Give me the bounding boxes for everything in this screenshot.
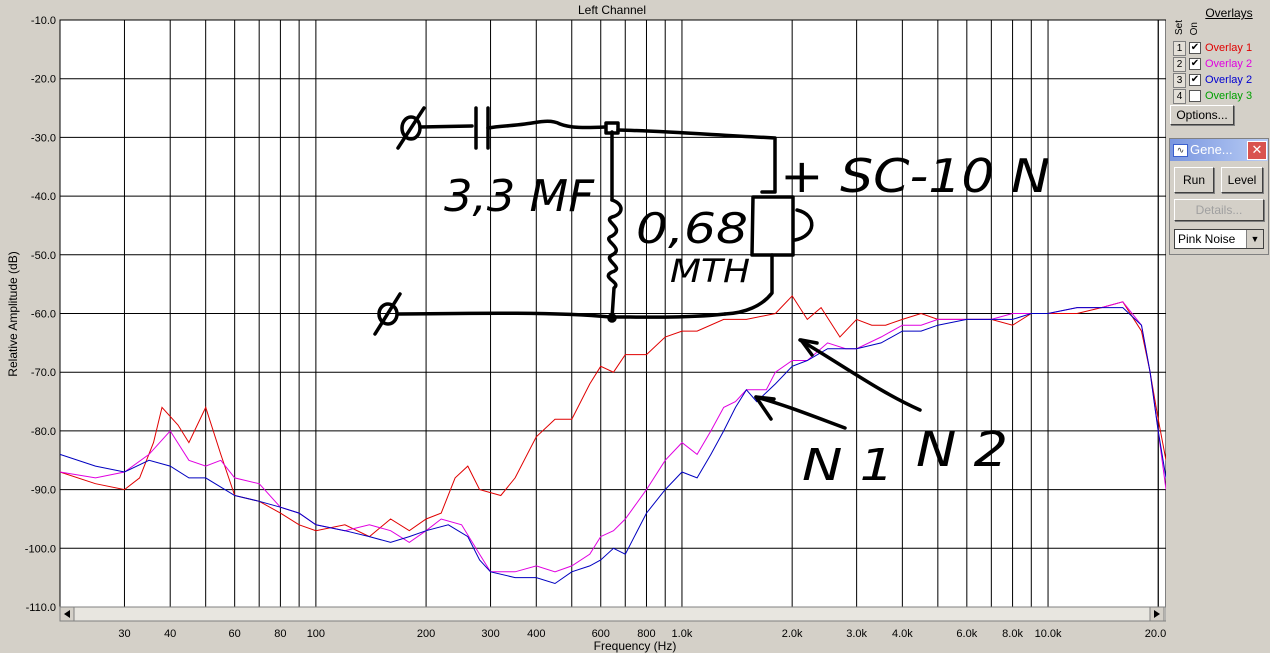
overlay-label: Overlay 2 — [1205, 58, 1253, 70]
x-tick-label: 2.0k — [782, 628, 803, 640]
inductor-value-label: 0,68 — [636, 204, 748, 253]
y-tick-label: -80.0 — [31, 426, 56, 438]
y-tick-label: -110.0 — [26, 602, 56, 614]
options-button[interactable]: Options... — [1170, 105, 1234, 125]
overlay-on-checkbox[interactable]: ✔ — [1189, 42, 1201, 54]
x-tick-label: 40 — [164, 628, 176, 640]
x-tick-label: 200 — [417, 628, 435, 640]
inductor-unit-label: MTH — [670, 252, 750, 290]
y-tick-label: -50.0 — [31, 250, 56, 262]
y-tick-label: -30.0 — [31, 132, 56, 144]
noise-type-value: Pink Noise — [1178, 232, 1236, 246]
n1-label: N 1 — [802, 440, 894, 491]
overlay-row-2[interactable]: 2 ✔ Overlay 2 — [1173, 57, 1268, 72]
y-tick-label: -20.0 — [31, 74, 56, 86]
overlay-set-button[interactable]: 3 — [1173, 73, 1186, 88]
overlay-row-3[interactable]: 3 ✔ Overlay 2 — [1173, 73, 1268, 88]
x-tick-label: 6.0k — [956, 628, 977, 640]
x-tick-label: 30 — [118, 628, 130, 640]
overlay-row-1[interactable]: 1 ✔ Overlay 1 — [1173, 41, 1268, 56]
overlay-label: Overlay 3 — [1205, 90, 1253, 102]
x-tick-label: 60 — [229, 628, 241, 640]
x-tick-label: 10.0k — [1035, 628, 1062, 640]
x-tick-label: 80 — [274, 628, 286, 640]
x-tick-label: 3.0k — [846, 628, 867, 640]
overlays-title: Overlays — [1205, 6, 1253, 20]
n2-label: N 2 — [916, 422, 1008, 478]
frequency-response-chart: Left Channel -10.0 -20.0 -30.0 -40.0 -50.0 -6… — [0, 0, 1166, 653]
spectrum-window: Left Channel -10.0 -20.0 -30.0 -40.0 -50.0 -6… — [0, 0, 1166, 653]
level-button[interactable]: Level — [1221, 167, 1263, 193]
close-icon[interactable]: ✕ — [1247, 141, 1267, 160]
y-tick-label: -60.0 — [31, 309, 56, 321]
x-tick-label: 20.0k — [1145, 628, 1166, 640]
x-axis-label: Frequency (Hz) — [594, 639, 677, 653]
overlay-set-button[interactable]: 1 — [1173, 41, 1186, 56]
overlay-on-checkbox[interactable] — [1189, 90, 1201, 102]
y-axis-label: Relative Amplitude (dB) — [6, 251, 20, 376]
noise-type-select[interactable]: Pink Noise ▼ — [1174, 229, 1264, 249]
waveform-icon: ∿ — [1173, 144, 1188, 157]
horizontal-scrollbar[interactable] — [59, 606, 1166, 622]
x-tick-label: 4.0k — [892, 628, 913, 640]
x-tick-label: 400 — [527, 628, 545, 640]
overlay-on-checkbox[interactable]: ✔ — [1189, 58, 1201, 70]
generator-title: Gene... — [1190, 142, 1233, 157]
capacitor-label: 3,3 MF — [444, 171, 595, 222]
chart-title: Left Channel — [578, 3, 646, 17]
x-tick-label: 8.0k — [1002, 628, 1023, 640]
y-tick-label: -10.0 — [31, 15, 56, 27]
y-tick-label: -70.0 — [31, 367, 56, 379]
overlay-set-button[interactable]: 2 — [1173, 57, 1186, 72]
generator-titlebar[interactable]: ∿ Gene... ✕ — [1170, 139, 1268, 161]
on-column-label: On — [1189, 22, 1200, 36]
chevron-down-icon[interactable]: ▼ — [1246, 230, 1263, 248]
overlay-label: Overlay 2 — [1205, 74, 1253, 86]
overlay-label: Overlay 1 — [1205, 42, 1253, 54]
run-button[interactable]: Run — [1174, 167, 1214, 193]
x-tick-label: 100 — [307, 628, 325, 640]
x-tick-label: 300 — [481, 628, 499, 640]
y-tick-label: -90.0 — [31, 485, 56, 497]
overlay-on-checkbox[interactable]: ✔ — [1189, 74, 1201, 86]
overlay-set-button[interactable]: 4 — [1173, 89, 1186, 104]
y-tick-label: -40.0 — [31, 191, 56, 203]
overlay-row-4[interactable]: 4 Overlay 3 — [1173, 89, 1268, 104]
set-column-label: Set — [1174, 20, 1185, 36]
y-tick-label: -100.0 — [25, 543, 56, 555]
speaker-model-label: + SC-10 N — [780, 149, 1050, 203]
details-button[interactable]: Details... — [1174, 199, 1264, 221]
